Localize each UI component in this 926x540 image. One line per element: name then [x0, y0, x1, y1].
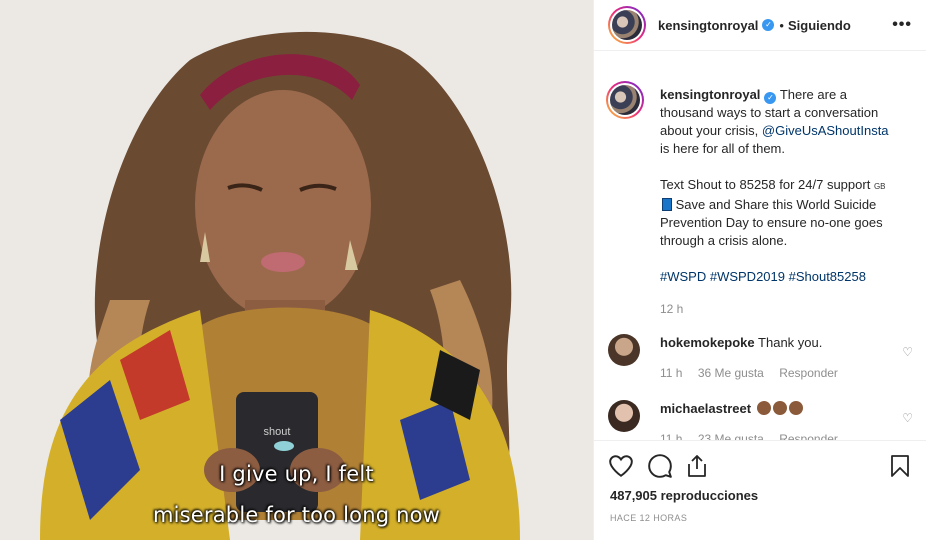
verified-badge-icon: ✓	[762, 19, 775, 31]
caption-username[interactable]: kensingtonroyal	[660, 87, 760, 102]
author-username[interactable]: kensingtonroyal	[658, 18, 758, 33]
clap-emoji-icon	[772, 401, 787, 415]
post-header: kensingtonroyal ✓ • Siguiendo •••	[594, 0, 926, 51]
video-subtitle-line2: miserable for too long now	[152, 503, 441, 527]
caption-text-3: Text Shout to 85258 for 24/7 support	[660, 177, 871, 192]
comments-list[interactable]: kensingtonroyal ✓ There are a thousand wa…	[594, 68, 926, 440]
post-panel: kensingtonroyal ✓ • Siguiendo ••• kensin…	[593, 0, 926, 540]
caption-time[interactable]: 12 h	[660, 302, 683, 316]
mention-link[interactable]: @GiveUsAShoutInsta	[762, 123, 889, 138]
comment-time[interactable]: 11 h	[660, 432, 682, 440]
phone-emoji-icon	[662, 198, 672, 211]
phone-label: shout	[264, 426, 291, 438]
share-icon[interactable]	[685, 453, 709, 479]
bookmark-icon[interactable]	[888, 453, 912, 479]
clap-emoji-icon	[788, 401, 803, 415]
comment-like-heart-icon[interactable]: ♡	[902, 409, 913, 427]
video-frame: shout	[0, 0, 593, 540]
hashtags-link[interactable]: #WSPD #WSPD2019 #Shout85258	[660, 269, 866, 284]
like-heart-icon[interactable]	[608, 453, 634, 479]
caption-text-2: is here for all of them.	[660, 141, 785, 156]
clap-emoji-icon	[756, 401, 771, 415]
caption-avatar[interactable]	[606, 81, 644, 119]
comment-item: hokemokepoke Thank you. 11 h 36 Me gusta…	[594, 334, 926, 382]
reply-button[interactable]: Responder	[779, 432, 838, 440]
post-caption: kensingtonroyal ✓ There are a thousand wa…	[594, 68, 926, 318]
comment-like-heart-icon[interactable]: ♡	[902, 343, 913, 361]
video-player[interactable]: shout I give up, I felt miserable for to…	[0, 0, 593, 540]
comment-icon[interactable]	[647, 453, 673, 479]
comment-item: michaelastreet 11 h 23 Me gusta Responde…	[594, 400, 926, 440]
comment-likes[interactable]: 23 Me gusta	[698, 432, 764, 440]
comment-username[interactable]: hokemokepoke	[660, 335, 755, 350]
author-avatar[interactable]	[608, 6, 646, 44]
verified-badge-icon: ✓	[764, 92, 777, 104]
comment-likes[interactable]: 36 Me gusta	[698, 366, 764, 380]
separator-dot: •	[779, 17, 784, 33]
reply-button[interactable]: Responder	[779, 366, 838, 380]
view-count[interactable]: 487,905 reproducciones	[610, 488, 758, 503]
comment-text: Thank you.	[758, 335, 823, 350]
caption-text-4: Save and Share this World Suicide Preven…	[660, 197, 883, 248]
video-subtitle-line1: I give up, I felt	[219, 462, 374, 486]
commenter-avatar[interactable]	[608, 334, 640, 366]
post-timestamp[interactable]: HACE 12 HORAS	[610, 513, 687, 523]
more-horizontal-icon[interactable]: •••	[892, 16, 912, 34]
commenter-avatar[interactable]	[608, 400, 640, 432]
follow-button[interactable]: Siguiendo	[788, 18, 851, 33]
flag-label: GB	[873, 182, 886, 191]
action-icons	[608, 453, 915, 481]
comment-username[interactable]: michaelastreet	[660, 401, 751, 416]
comment-time[interactable]: 11 h	[660, 366, 682, 380]
post-actions: 487,905 reproducciones HACE 12 HORAS	[594, 440, 926, 540]
